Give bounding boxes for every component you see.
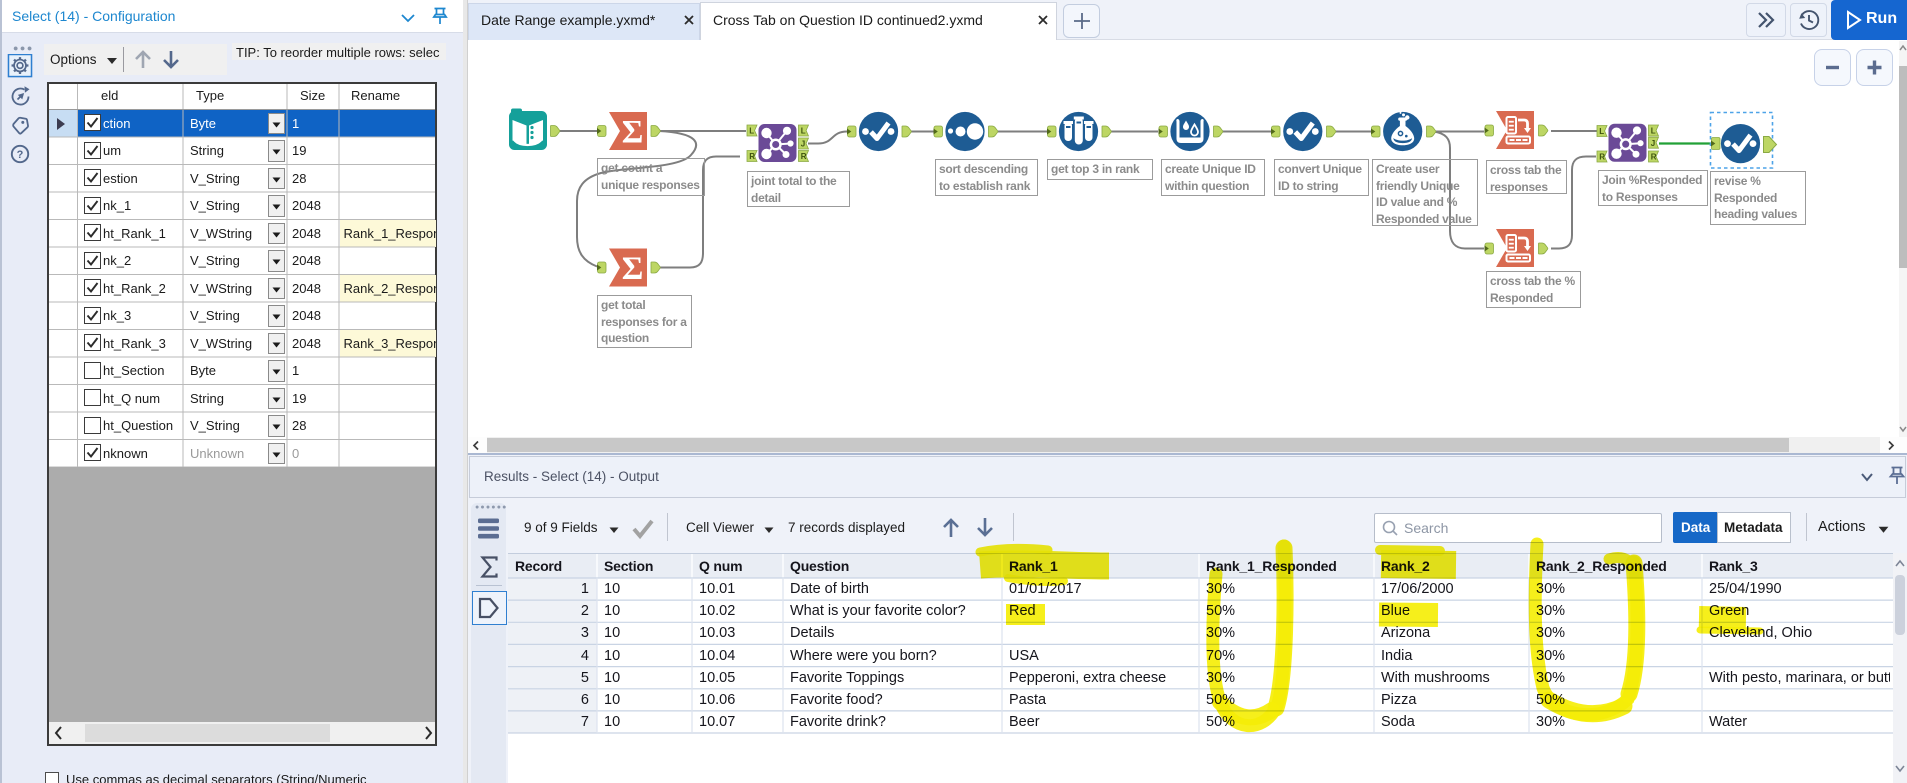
svg-text:L: L: [1651, 127, 1656, 136]
svg-text:L: L: [801, 127, 806, 136]
svg-text:?: ?: [17, 149, 24, 161]
svg-text:L: L: [749, 127, 754, 136]
svg-text:R: R: [1651, 153, 1657, 162]
svg-text:J: J: [1651, 139, 1655, 148]
svg-text:J: J: [801, 140, 805, 149]
svg-text:Σ: Σ: [622, 251, 644, 287]
svg-text:R: R: [1599, 153, 1605, 162]
svg-text:Σ: Σ: [622, 115, 644, 151]
svg-text:R: R: [801, 152, 807, 161]
svg-text:R: R: [749, 152, 755, 161]
svg-text:L: L: [1599, 127, 1604, 136]
